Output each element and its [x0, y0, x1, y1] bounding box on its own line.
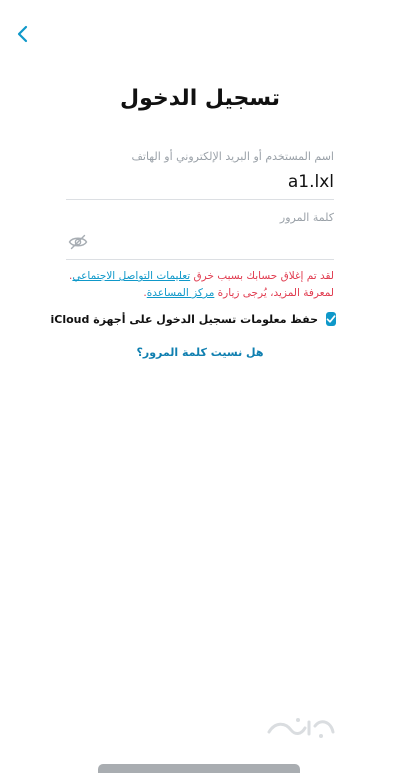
error-line-2: لمعرفة المزيد، يُرجى زيارة مركز المساعدة… [62, 285, 334, 302]
eye-off-icon[interactable] [68, 234, 88, 250]
icloud-save-row[interactable]: حفظ معلومات تسجيل الدخول على أجهزة iClou… [50, 310, 336, 328]
forgot-password-link[interactable]: هل نسيت كلمة المرور؟ [0, 346, 400, 359]
home-indicator [98, 764, 300, 773]
account-locked-error: لقد تم إغلاق حسابك بسبب خرق تعليمات التو… [62, 268, 334, 302]
error-text: لقد تم إغلاق حسابك بسبب خرق [190, 270, 334, 282]
help-center-link[interactable]: مركز المساعدة [147, 287, 215, 299]
watermark-logo [267, 718, 335, 738]
password-input[interactable] [100, 232, 334, 254]
password-label: كلمة المرور [279, 211, 334, 224]
icloud-checkbox[interactable] [326, 312, 336, 326]
icloud-label: حفظ معلومات تسجيل الدخول على أجهزة iClou… [50, 312, 318, 326]
chevron-left-icon [17, 25, 28, 43]
username-input[interactable] [66, 170, 334, 194]
page-title: تسجيل الدخول [119, 86, 281, 111]
username-label: اسم المستخدم أو البريد الإلكتروني أو اله… [131, 150, 335, 163]
community-guidelines-link[interactable]: تعليمات التواصل الاجتماعي [72, 270, 190, 282]
checkmark-icon [326, 315, 336, 323]
error-text: لمعرفة المزيد، يُرجى زيارة [214, 287, 334, 299]
username-underline [66, 199, 334, 200]
error-line-1: لقد تم إغلاق حسابك بسبب خرق تعليمات التو… [62, 268, 334, 285]
password-underline [66, 259, 334, 260]
back-button[interactable] [8, 20, 36, 48]
